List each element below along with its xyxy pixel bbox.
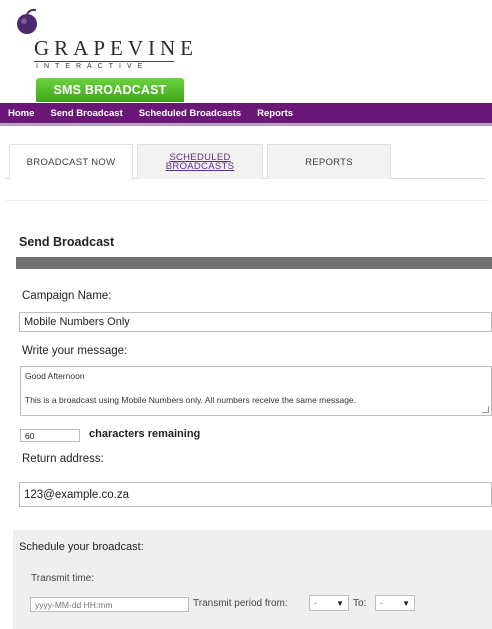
resize-handle-icon[interactable]	[482, 406, 489, 413]
nav-send-broadcast[interactable]: Send Broadcast	[50, 108, 122, 119]
tab-broadcast-now[interactable]: BROADCAST NOW	[9, 144, 133, 180]
to-label: To:	[353, 598, 367, 609]
campaign-name-label: Campaign Name:	[22, 290, 112, 302]
dropdown-arrow-icon: ▼	[402, 598, 410, 608]
tab-reports[interactable]: REPORTS	[267, 144, 391, 179]
section-title: Send Broadcast	[19, 235, 115, 249]
message-textarea[interactable]: Good Afternoon This is a broadcast using…	[20, 366, 492, 416]
nav-divider	[0, 123, 492, 126]
tab-scheduled-broadcasts[interactable]: SCHEDULED BROADCASTS	[137, 144, 263, 179]
period-from-select[interactable]: - ▼	[309, 595, 349, 611]
logo-subtitle: INTERACTIVE	[36, 63, 149, 70]
campaign-name-input[interactable]	[19, 312, 492, 332]
return-address-input[interactable]	[19, 482, 492, 507]
top-nav: Home Send Broadcast Scheduled Broadcasts…	[0, 103, 492, 123]
message-label: Write your message:	[22, 345, 128, 357]
logo-divider	[34, 61, 174, 62]
tab-label: BROADCAST NOW	[26, 157, 116, 168]
characters-remaining-field	[20, 429, 80, 442]
transmit-period-from-label: Transmit period from:	[193, 598, 288, 609]
transmit-time-label: Transmit time:	[31, 573, 94, 584]
logo-wordmark: GRAPEVINE	[34, 36, 198, 60]
tab-label-line2: BROADCASTS	[165, 161, 235, 172]
nav-reports[interactable]: Reports	[257, 108, 293, 119]
schedule-title: Schedule your broadcast:	[19, 541, 144, 553]
tab-label: REPORTS	[305, 156, 353, 168]
nav-scheduled-broadcasts[interactable]: Scheduled Broadcasts	[139, 108, 241, 119]
dropdown-arrow-icon: ▼	[336, 598, 344, 608]
grape-logo-icon	[17, 8, 37, 34]
period-from-value: -	[314, 598, 317, 608]
characters-remaining-label: characters remaining	[89, 428, 201, 440]
section-divider	[6, 200, 490, 201]
product-badge: SMS BROADCAST	[36, 78, 184, 102]
period-to-value: -	[380, 598, 383, 608]
transmit-time-input[interactable]	[30, 597, 189, 612]
return-address-label: Return address:	[22, 453, 104, 465]
period-to-select[interactable]: - ▼	[375, 595, 415, 611]
section-header-bar	[16, 257, 492, 269]
nav-home[interactable]: Home	[8, 108, 34, 119]
